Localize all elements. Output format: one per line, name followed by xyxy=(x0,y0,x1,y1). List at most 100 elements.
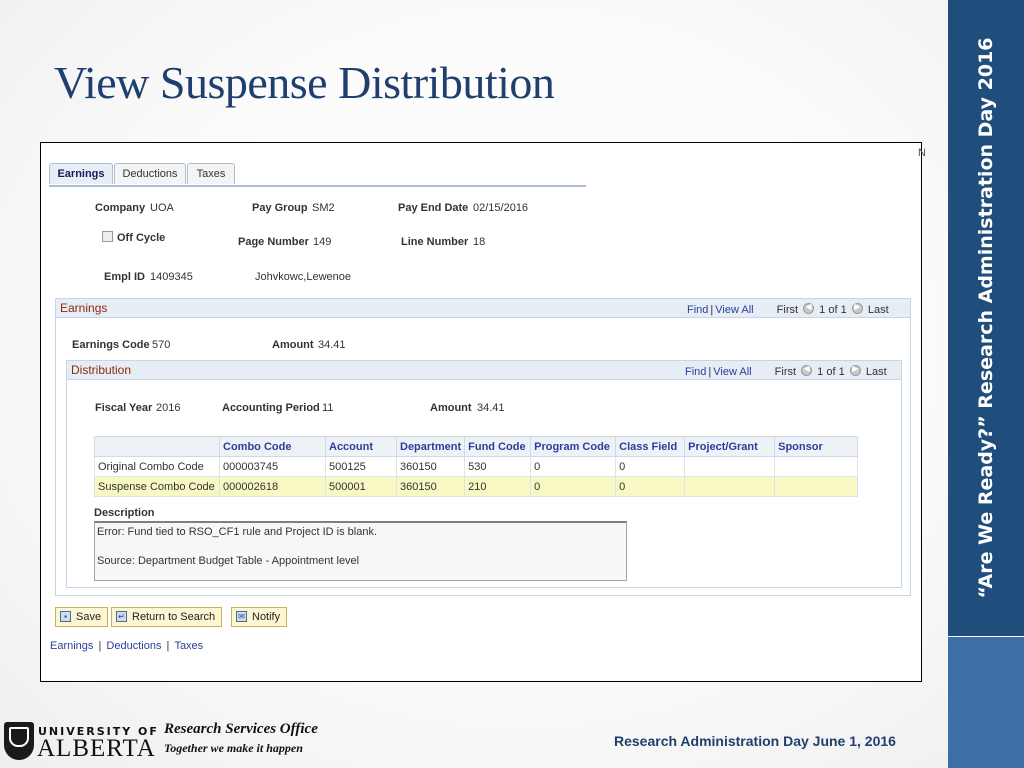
employee-name: Johvkowc,Lewenoe xyxy=(255,271,352,283)
pay-group-value: SM2 xyxy=(312,202,335,214)
notify-button[interactable]: ✉ Notify xyxy=(231,607,288,627)
university-logo: UNIVERSITY OF ALBERTA xyxy=(4,722,157,764)
table-cell: Original Combo Code xyxy=(94,456,220,477)
earnings-view-all-link[interactable]: View All xyxy=(715,304,753,316)
earnings-section-header: Earnings Find | View All First ◀ 1 of 1 ▶ … xyxy=(56,299,910,318)
return-button-label: Return to Search xyxy=(132,611,216,623)
notify-button-label: Notify xyxy=(252,611,281,623)
earnings-code-value: 570 xyxy=(152,339,171,351)
company-label: Company xyxy=(95,202,146,214)
grid-header: Project/Grant xyxy=(684,436,776,457)
app-screenshot: N Earnings Deductions Taxes Company UOA … xyxy=(40,142,926,682)
tab-earnings[interactable]: Earnings xyxy=(49,163,113,184)
description-field[interactable]: Error: Fund tied to RSO_CF1 rule and Pro… xyxy=(94,521,627,581)
distribution-count: 1 of 1 xyxy=(817,366,845,378)
prev-arrow-icon[interactable]: ◀ xyxy=(803,302,815,314)
table-cell: 530 xyxy=(464,456,532,477)
earnings-last-label: Last xyxy=(867,304,889,316)
distribution-view-all-link[interactable]: View All xyxy=(713,366,751,378)
distribution-nav: Find | View All First ◀ 1 of 1 ▶ Last xyxy=(685,364,887,378)
page-number-value: 149 xyxy=(313,236,332,248)
distribution-amount-value: 34.41 xyxy=(477,402,505,414)
footer-tagline: Together we make it happen xyxy=(164,741,303,755)
fiscal-year-value: 2016 xyxy=(156,402,181,414)
earnings-first-label: First xyxy=(776,304,799,316)
crest-icon xyxy=(4,722,34,760)
grid-header-row: Combo Code Account Department Fund Code … xyxy=(94,436,858,457)
save-button[interactable]: ▪ Save xyxy=(55,607,109,627)
table-row: Original Combo Code 000003745 500125 360… xyxy=(94,456,858,477)
table-cell xyxy=(774,456,858,477)
distribution-section: Distribution Find | View All First ◀ 1 of … xyxy=(66,360,902,588)
table-cell: 0 xyxy=(530,476,617,497)
bottom-page-links: Earnings | Deductions | Taxes xyxy=(50,640,204,652)
company-value: UOA xyxy=(150,202,174,214)
description-line: Source: Department Budget Table - Appoin… xyxy=(97,555,360,567)
pay-end-date-label: Pay End Date xyxy=(398,202,469,214)
grid-header: Sponsor xyxy=(774,436,858,457)
notify-icon: ✉ xyxy=(236,611,247,622)
footer-office: Research Services Office xyxy=(164,721,318,737)
line-number-value: 18 xyxy=(473,236,486,248)
table-cell xyxy=(774,476,858,497)
return-icon: ↵ xyxy=(116,611,127,622)
table-row-highlighted: Suspense Combo Code 000002618 500001 360… xyxy=(94,476,858,497)
table-cell: 0 xyxy=(615,456,686,477)
earnings-find-link[interactable]: Find xyxy=(687,304,708,316)
next-arrow-icon[interactable]: ▶ xyxy=(851,302,863,314)
pay-group-label: Pay Group xyxy=(252,202,308,214)
empl-id-label: Empl ID xyxy=(104,271,145,283)
grid-header: Program Code xyxy=(530,436,617,457)
table-cell: 0 xyxy=(530,456,617,477)
tab-deductions[interactable]: Deductions xyxy=(114,163,186,184)
grid-header: Fund Code xyxy=(464,436,532,457)
table-cell: 500001 xyxy=(325,476,397,497)
table-cell: 360150 xyxy=(395,476,466,497)
off-cycle-checkbox[interactable] xyxy=(102,231,113,242)
table-cell xyxy=(684,476,776,497)
distribution-section-header: Distribution Find | View All First ◀ 1 of … xyxy=(67,361,901,380)
distribution-find-link[interactable]: Find xyxy=(685,366,706,378)
earnings-nav: Find | View All First ◀ 1 of 1 ▶ Last xyxy=(687,302,889,316)
distribution-first-label: First xyxy=(774,366,797,378)
save-button-label: Save xyxy=(76,611,102,623)
distribution-amount-label: Amount xyxy=(430,402,472,414)
line-number-label: Line Number xyxy=(401,236,469,248)
grid-header: Account xyxy=(325,436,397,457)
earnings-section: Earnings Find | View All First ◀ 1 of 1 ▶ … xyxy=(55,298,911,596)
distribution-last-label: Last xyxy=(865,366,887,378)
save-icon: ▪ xyxy=(60,611,71,622)
link-taxes[interactable]: Taxes xyxy=(174,640,203,652)
table-cell: 000003745 xyxy=(219,456,326,477)
table-cell xyxy=(684,456,776,477)
tab-taxes[interactable]: Taxes xyxy=(187,163,235,184)
table-cell: Suspense Combo Code xyxy=(94,476,220,497)
side-banner-accent xyxy=(948,637,1024,768)
table-cell: 000002618 xyxy=(219,476,326,497)
earnings-count: 1 of 1 xyxy=(819,304,847,316)
pay-end-date-value: 02/15/2016 xyxy=(473,202,529,214)
description-label: Description xyxy=(94,507,155,519)
side-banner-text: “Are We Ready?” Research Administration … xyxy=(975,37,997,599)
empl-id-value: 1409345 xyxy=(150,271,193,283)
link-deductions[interactable]: Deductions xyxy=(106,640,161,652)
table-cell: 500125 xyxy=(325,456,397,477)
earnings-code-label: Earnings Code xyxy=(72,339,150,351)
next-arrow-icon[interactable]: ▶ xyxy=(849,364,861,376)
prev-arrow-icon[interactable]: ◀ xyxy=(801,364,813,376)
distribution-section-title: Distribution xyxy=(71,363,132,377)
corner-mark: N xyxy=(918,147,926,159)
off-cycle-label: Off Cycle xyxy=(117,232,166,244)
link-earnings[interactable]: Earnings xyxy=(50,640,93,652)
fiscal-year-label: Fiscal Year xyxy=(95,402,153,414)
table-cell: 0 xyxy=(615,476,686,497)
description-line: Error: Fund tied to RSO_CF1 rule and Pro… xyxy=(97,526,378,538)
combo-code-grid: Combo Code Account Department Fund Code … xyxy=(94,436,858,497)
grid-header xyxy=(94,436,220,457)
logo-text-line2: ALBERTA xyxy=(37,735,156,762)
table-cell: 360150 xyxy=(395,456,466,477)
earnings-section-title: Earnings xyxy=(60,301,108,315)
accounting-period-label: Accounting Period xyxy=(222,402,320,414)
footer-event-date: Research Administration Day June 1, 2016 xyxy=(614,733,896,749)
return-to-search-button[interactable]: ↵ Return to Search xyxy=(111,607,223,627)
